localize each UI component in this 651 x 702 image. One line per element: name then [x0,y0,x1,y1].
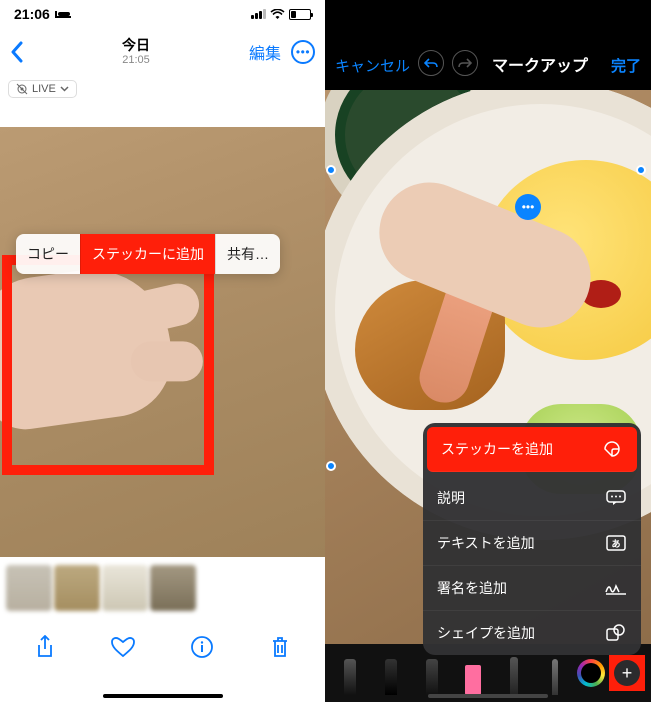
marker-tool[interactable] [372,651,409,695]
edit-button[interactable]: 編集 [249,40,281,64]
text-icon: あ [605,534,627,552]
lasso-tool[interactable] [495,651,532,695]
menu-add-sticker[interactable]: ステッカーに追加 [80,234,215,274]
info-button[interactable] [189,634,215,660]
status-bar: 21:06 [0,0,325,28]
color-picker[interactable] [577,659,605,687]
menu-add-signature[interactable]: 署名を追加 [423,566,641,611]
signature-icon [605,579,627,597]
share-button[interactable] [32,634,58,660]
redo-button[interactable] [452,50,478,76]
bed-icon [55,9,71,19]
thumbnail[interactable] [150,565,196,611]
resize-handle[interactable] [326,165,336,175]
add-button[interactable]: + [614,660,640,686]
menu-label: テキストを追加 [437,533,535,553]
context-menu: コピー ステッカーに追加 共有… [16,234,280,274]
thumbnail-strip[interactable] [0,557,325,615]
speech-icon [605,489,627,507]
selection-highlight [2,255,214,475]
photos-detail-screen: 21:06 今日 21:05 編集 ••• LIVE コピー [0,0,325,702]
header-subtitle: 21:05 [122,54,150,66]
resize-handle[interactable] [636,165,646,175]
selection-more-button[interactable]: ••• [515,194,541,220]
home-indicator[interactable] [428,694,548,698]
menu-label: 署名を追加 [437,578,507,598]
ruler-tool[interactable] [536,651,573,695]
header-title: 今日 [122,38,150,53]
photo-preview[interactable]: コピー ステッカーに追加 共有… [0,127,325,557]
back-button[interactable] [10,41,23,63]
wifi-icon [270,9,285,20]
more-button[interactable]: ••• [291,40,315,64]
bottom-toolbar [0,615,325,685]
menu-share[interactable]: 共有… [215,234,280,274]
thumbnail[interactable] [6,565,52,611]
menu-label: 説明 [437,488,465,508]
favorite-button[interactable] [110,634,136,660]
menu-label: シェイプを追加 [437,623,535,643]
signal-icon [251,9,266,19]
photos-header: 今日 21:05 編集 ••• [0,28,325,76]
eraser-tool[interactable] [454,651,491,695]
markup-header: キャンセル マークアップ 完了 [325,0,651,90]
menu-add-sticker[interactable]: ステッカーを追加 [427,427,637,472]
markup-title: マークアップ [492,52,588,76]
markup-editor-screen: キャンセル マークアップ 完了 ••• ステッカーを追加 説明 テキスト [325,0,651,702]
header-title-group[interactable]: 今日 21:05 [122,38,150,65]
chevron-down-icon [60,86,69,92]
done-button[interactable]: 完了 [611,55,641,76]
thumbnail[interactable] [54,565,100,611]
battery-icon [289,9,311,20]
thumbnail[interactable] [102,565,148,611]
svg-text:あ: あ [611,539,620,549]
status-time: 21:06 [14,6,50,22]
menu-copy[interactable]: コピー [16,234,80,274]
add-menu: ステッカーを追加 説明 テキストを追加 あ 署名を追加 シェイプを追加 [423,423,641,655]
shape-icon [605,624,627,642]
sticker-icon [601,440,623,458]
resize-handle[interactable] [326,461,336,471]
delete-button[interactable] [267,634,293,660]
add-button-highlight: + [609,655,645,691]
live-off-icon [16,83,28,95]
live-label: LIVE [32,83,56,95]
pencil-tool[interactable] [413,651,450,695]
menu-description[interactable]: 説明 [423,476,641,521]
menu-label: ステッカーを追加 [441,439,553,459]
undo-button[interactable] [418,50,444,76]
menu-add-shape[interactable]: シェイプを追加 [423,611,641,655]
pen-tool[interactable] [331,651,368,695]
home-indicator[interactable] [103,694,223,698]
live-badge[interactable]: LIVE [8,80,77,98]
selection-box[interactable] [331,170,641,466]
menu-add-text[interactable]: テキストを追加 あ [423,521,641,566]
cancel-button[interactable]: キャンセル [335,55,410,76]
